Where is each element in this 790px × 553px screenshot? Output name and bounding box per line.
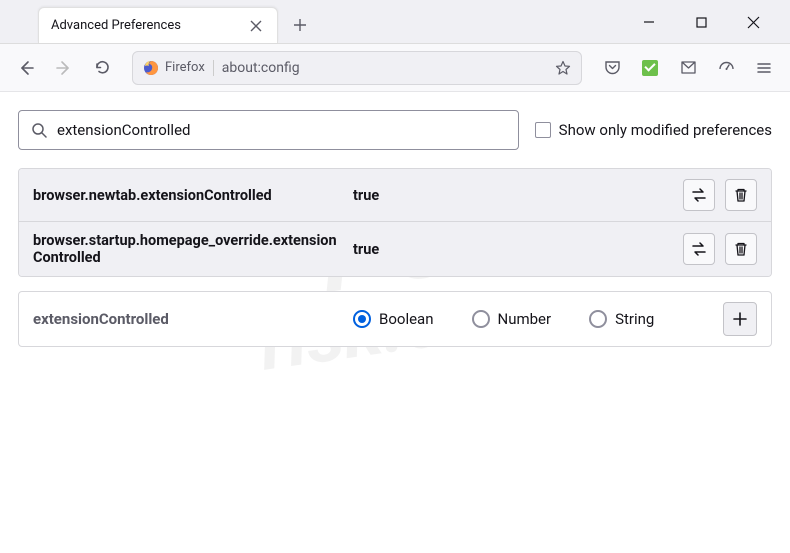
back-button[interactable] — [10, 52, 42, 84]
reload-button[interactable] — [86, 52, 118, 84]
identity-box[interactable]: Firefox — [143, 60, 214, 76]
toggle-button[interactable] — [683, 179, 715, 211]
radio-label: String — [615, 310, 654, 328]
window-close-button[interactable] — [738, 7, 768, 37]
swap-icon — [690, 240, 708, 258]
toggle-button[interactable] — [683, 233, 715, 265]
pocket-icon[interactable] — [596, 52, 628, 84]
maximize-button[interactable] — [686, 7, 716, 37]
forward-button[interactable] — [48, 52, 80, 84]
extension-icon[interactable] — [634, 52, 666, 84]
url-bar[interactable]: Firefox about:config — [132, 51, 582, 85]
tab-title: Advanced Preferences — [51, 18, 247, 33]
search-box[interactable] — [18, 110, 519, 150]
pref-row[interactable]: browser.newtab.extensionControlled true — [19, 169, 771, 222]
identity-label: Firefox — [165, 60, 205, 75]
new-pref-name: extensionControlled — [33, 310, 353, 328]
trash-icon — [733, 187, 749, 203]
trash-icon — [733, 241, 749, 257]
url-text: about:config — [222, 60, 547, 76]
dashboard-icon[interactable] — [710, 52, 742, 84]
new-pref-row: extensionControlled Boolean Number Strin… — [18, 291, 772, 347]
add-button[interactable] — [723, 302, 757, 336]
radio-icon — [353, 310, 371, 328]
delete-button[interactable] — [725, 233, 757, 265]
pref-value: true — [353, 241, 683, 258]
radio-boolean[interactable]: Boolean — [353, 310, 434, 328]
swap-icon — [690, 186, 708, 204]
pref-name: browser.startup.homepage_override.extens… — [33, 232, 353, 266]
type-radio-group: Boolean Number String — [353, 310, 723, 328]
radio-number[interactable]: Number — [472, 310, 552, 328]
browser-tab[interactable]: Advanced Preferences — [38, 7, 278, 43]
search-icon — [31, 122, 47, 138]
pref-value: true — [353, 187, 683, 204]
filter-label: Show only modified preferences — [559, 121, 772, 139]
delete-button[interactable] — [725, 179, 757, 211]
radio-label: Boolean — [379, 310, 434, 328]
radio-label: Number — [498, 310, 552, 328]
page-content: Show only modified preferences browser.n… — [0, 92, 790, 365]
firefox-icon — [143, 60, 159, 76]
filter-checkbox-row[interactable]: Show only modified preferences — [535, 121, 772, 139]
pref-list: browser.newtab.extensionControlled true … — [18, 168, 772, 277]
radio-string[interactable]: String — [589, 310, 654, 328]
browser-toolbar: Firefox about:config — [0, 44, 790, 92]
radio-icon — [589, 310, 607, 328]
plus-icon — [732, 311, 748, 327]
search-input[interactable] — [57, 121, 506, 139]
tab-strip: Advanced Preferences — [0, 0, 790, 44]
close-icon[interactable] — [247, 17, 265, 35]
new-tab-button[interactable] — [284, 9, 316, 41]
inbox-icon[interactable] — [672, 52, 704, 84]
radio-icon — [472, 310, 490, 328]
checkbox-icon[interactable] — [535, 122, 551, 138]
minimize-button[interactable] — [634, 7, 664, 37]
pref-row[interactable]: browser.startup.homepage_override.extens… — [19, 222, 771, 276]
bookmark-star-icon[interactable] — [555, 60, 571, 76]
pref-name: browser.newtab.extensionControlled — [33, 187, 353, 204]
menu-button[interactable] — [748, 52, 780, 84]
